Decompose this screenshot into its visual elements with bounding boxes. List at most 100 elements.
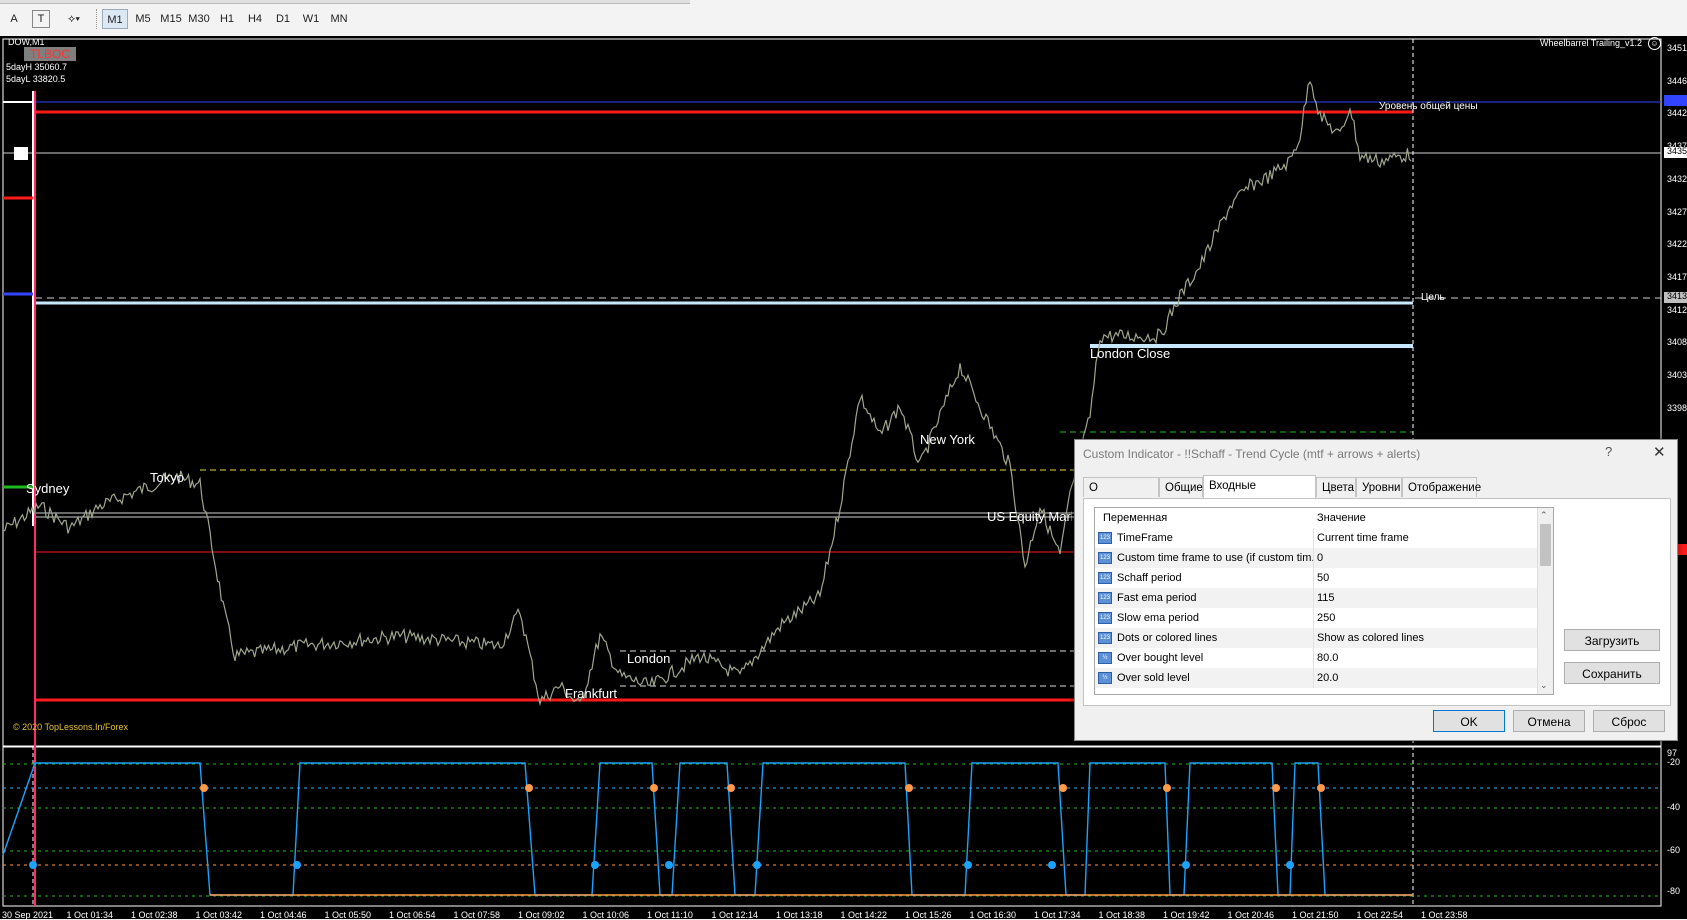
dialog-title: Custom Indicator - !!Schaff - Trend Cycl… xyxy=(1083,447,1421,461)
price-tag-label: 3413 xyxy=(1667,291,1687,301)
price-tick: 3408 xyxy=(1667,337,1687,348)
tab-levels[interactable]: Уровни xyxy=(1356,477,1402,497)
param-name: Dots or colored lines xyxy=(1117,632,1218,644)
timeframe-w1[interactable]: W1 xyxy=(298,9,324,29)
chart-toolbar: A T ⟡▾ M1 M5 M15 M30 H1 H4 D1 W1 MN xyxy=(0,0,1687,37)
help-icon[interactable]: ? xyxy=(1605,444,1612,459)
tab-colors[interactable]: Цвета xyxy=(1316,477,1356,497)
param-name: Schaff period xyxy=(1117,572,1182,584)
param-row[interactable]: ½ Over sold level 20.0 xyxy=(1095,668,1537,688)
price-tick: 3412 xyxy=(1667,304,1687,315)
scroll-thumb[interactable] xyxy=(1540,524,1551,566)
parameters-grid[interactable]: Переменная Значение 123 TimeFrame Current … xyxy=(1094,507,1554,695)
param-value[interactable]: 0 xyxy=(1317,552,1323,564)
param-row[interactable]: 123 Custom time frame to use (if custom t… xyxy=(1095,548,1537,568)
buy-signal-dot xyxy=(1182,861,1190,869)
column-value[interactable]: Значение xyxy=(1317,512,1366,524)
indicator-properties-dialog: Custom Indicator - !!Schaff - Trend Cycl… xyxy=(1074,439,1678,741)
column-divider xyxy=(1313,648,1314,668)
tab-common[interactable]: Общие xyxy=(1159,477,1203,497)
tab-inputs[interactable]: Входные параметры xyxy=(1203,475,1316,512)
tab-visualization[interactable]: Отображение xyxy=(1402,477,1481,497)
osc-tick: -20 xyxy=(1667,757,1681,767)
price-tick: 3427 xyxy=(1667,206,1687,217)
scroll-down-icon[interactable]: ⌄ xyxy=(1540,680,1548,691)
timeframe-m30[interactable]: M30 xyxy=(186,9,212,29)
param-type-icon: 123 xyxy=(1098,532,1112,544)
column-variable[interactable]: Переменная xyxy=(1103,512,1167,524)
column-divider xyxy=(1313,628,1314,648)
param-value[interactable]: 80.0 xyxy=(1317,652,1338,664)
param-value[interactable]: Show as colored lines xyxy=(1317,632,1424,644)
timeframe-m5[interactable]: M5 xyxy=(130,9,156,29)
param-name: Over bought level xyxy=(1117,652,1204,664)
param-type-icon: ½ xyxy=(1098,672,1112,684)
schaff-signal-dots xyxy=(29,784,1325,869)
buy-signal-dot xyxy=(665,861,673,869)
param-name: TimeFrame xyxy=(1117,532,1173,544)
window-top-strip xyxy=(0,0,690,4)
param-row[interactable]: 123 Dots or colored lines Show as colored … xyxy=(1095,628,1537,648)
close-icon[interactable]: ✕ xyxy=(1653,443,1666,461)
session-sydney: Sydney xyxy=(26,481,70,496)
sell-signal-dot xyxy=(525,784,533,792)
price-tag-label: 3435 xyxy=(1667,146,1687,156)
param-row[interactable]: 123 Slow ema period 250 xyxy=(1095,608,1537,628)
osc-tick: -60 xyxy=(1667,845,1681,855)
param-value[interactable]: 250 xyxy=(1317,612,1335,624)
copyright-label: © 2020 TopLessons.In/Forex xyxy=(13,722,129,732)
param-row[interactable]: 123 Schaff period 50 xyxy=(1095,568,1537,588)
param-value[interactable]: 20.0 xyxy=(1317,672,1338,684)
symbol-label: DOW,M1 xyxy=(8,37,45,47)
load-button[interactable]: Загрузить xyxy=(1564,629,1660,651)
param-name: Custom time frame to use (if custom tim.… xyxy=(1117,552,1313,564)
grid-scrollbar[interactable]: ⌃ ⌄ xyxy=(1537,508,1553,694)
smiley-icon: ☺ xyxy=(1648,37,1661,50)
left-marker-square xyxy=(14,147,28,160)
expert-name-label: Wheelbarrel Trailing_v1.2 xyxy=(1540,38,1643,48)
param-row[interactable]: 123 TimeFrame Current time frame xyxy=(1095,528,1537,548)
sell-signal-dot xyxy=(650,784,658,792)
ok-button[interactable]: OK xyxy=(1433,710,1505,732)
timeframe-mn[interactable]: MN xyxy=(326,9,352,29)
buy-signal-dot xyxy=(1286,861,1294,869)
cancel-button[interactable]: Отмена xyxy=(1513,710,1585,732)
target-label: Цель xyxy=(1421,292,1445,303)
sell-signal-dot xyxy=(727,784,735,792)
timeframe-d1[interactable]: D1 xyxy=(270,9,296,29)
oscillator-pane-border xyxy=(2,745,1662,907)
reset-button[interactable]: Сброс xyxy=(1593,710,1665,732)
indicator-badge: TLBOC xyxy=(24,47,77,61)
param-row[interactable]: 123 Fast ema period 115 xyxy=(1095,588,1537,608)
param-value[interactable]: 115 xyxy=(1317,592,1335,604)
column-divider xyxy=(1313,548,1314,568)
tab-about[interactable]: О программе xyxy=(1083,477,1159,514)
price-tick: 3398 xyxy=(1667,402,1687,413)
text-tool-icon[interactable]: A xyxy=(6,9,22,29)
session-london: London xyxy=(627,651,671,666)
param-row[interactable]: ½ Over bought level 80.0 xyxy=(1095,648,1537,668)
buy-signal-dot xyxy=(591,861,599,869)
timeframe-h4[interactable]: H4 xyxy=(242,9,268,29)
session-new-york: New York xyxy=(920,432,975,447)
price-tick: 3417 xyxy=(1667,271,1687,282)
scroll-up-icon[interactable]: ⌃ xyxy=(1540,510,1548,521)
grid-header: Переменная Значение xyxy=(1095,508,1537,528)
timeframe-m15[interactable]: M15 xyxy=(158,9,184,29)
param-value[interactable]: Current time frame xyxy=(1317,532,1409,544)
text-label-tool-icon[interactable]: T xyxy=(32,10,50,28)
timeframe-h1[interactable]: H1 xyxy=(214,9,240,29)
column-divider xyxy=(1313,608,1314,628)
level-label: Уровень общей цены xyxy=(1379,101,1478,112)
param-type-icon: 123 xyxy=(1098,572,1112,584)
day-low-label: 5dayL 33820.5 xyxy=(6,74,66,84)
schaff-trend-cycle-line xyxy=(2,762,1413,896)
buy-signal-dot xyxy=(964,861,972,869)
osc-tick: -80 xyxy=(1667,886,1681,896)
buy-signal-dot xyxy=(753,861,761,869)
shapes-dropdown-icon[interactable]: ⟡▾ xyxy=(60,9,88,29)
price-tick: 3446 xyxy=(1667,75,1687,86)
param-value[interactable]: 50 xyxy=(1317,572,1329,584)
save-button[interactable]: Сохранить xyxy=(1564,662,1660,684)
timeframe-m1[interactable]: M1 xyxy=(102,9,128,29)
